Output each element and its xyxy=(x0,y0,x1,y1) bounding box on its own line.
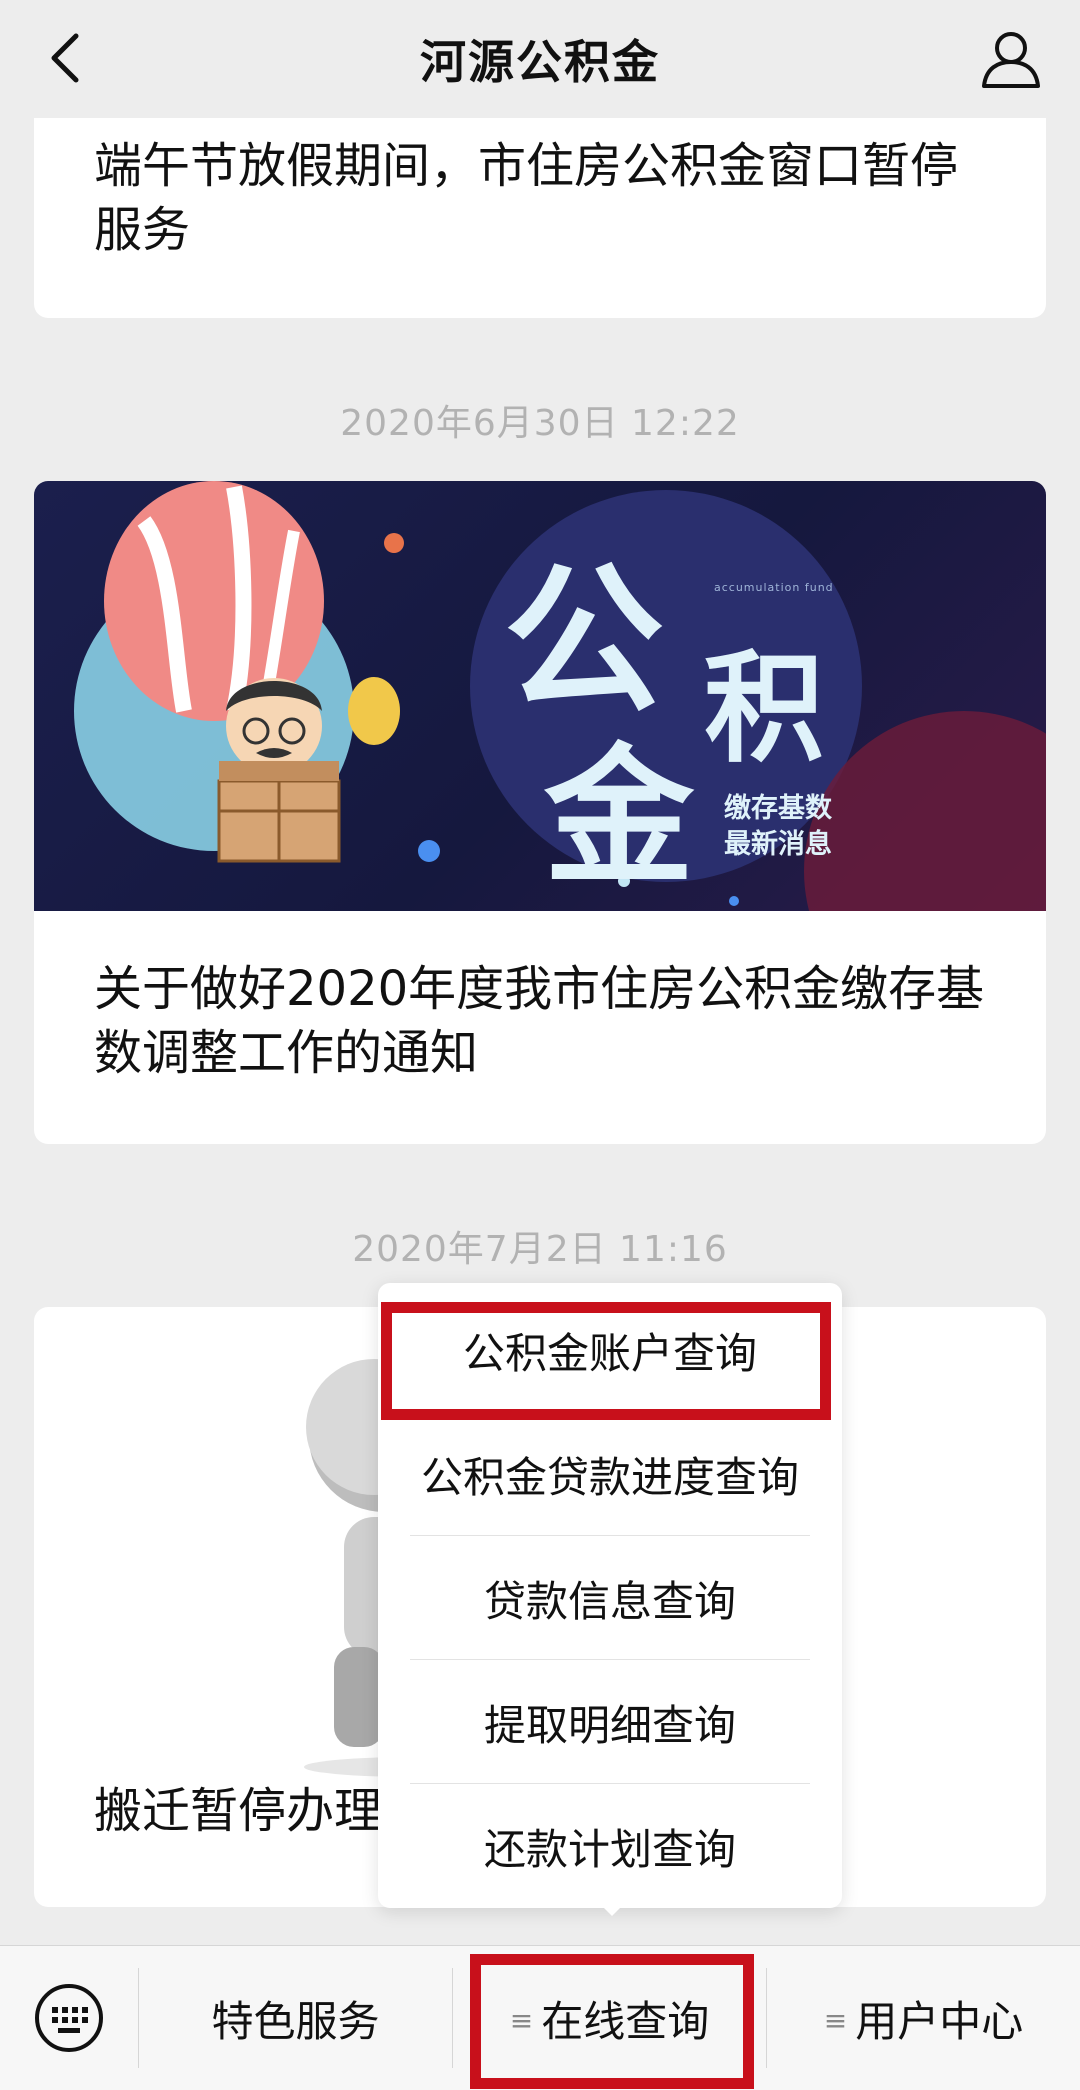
banner-caption: 缴存基数 xyxy=(724,793,832,824)
menu-item-withdrawal-query[interactable]: 提取明细查询 xyxy=(378,1660,842,1784)
menu-item-loan-info-query[interactable]: 贷款信息查询 xyxy=(378,1536,842,1660)
menu-label: 特色服务 xyxy=(211,1996,380,2046)
user-icon[interactable] xyxy=(978,26,1044,92)
menu-label: 用户中心 xyxy=(855,1996,1024,2046)
page-title: 河源公积金 xyxy=(420,35,660,89)
highlight-box-account-query xyxy=(381,1302,831,1420)
article-cover-image[interactable]: 公 积 金 accumulation fund 缴存基数 最新消息 xyxy=(34,481,1046,911)
article-title[interactable]: 端午节放假期间，市住房公积金窗口暂停服务 xyxy=(94,134,986,262)
highlight-box-online-query xyxy=(470,1954,754,2089)
menu-glyph-icon: ≡ xyxy=(823,2003,848,2037)
back-icon[interactable] xyxy=(38,28,98,88)
banner-char: 积 xyxy=(704,640,824,779)
banner-char: 金 xyxy=(544,731,695,905)
menu-item-repayment-plan-query[interactable]: 还款计划查询 xyxy=(378,1784,842,1908)
menu-item-loan-progress-query[interactable]: 公积金贷款进度查询 xyxy=(378,1412,842,1536)
menu-special-services[interactable]: 特色服务 xyxy=(139,1946,452,2090)
message-timestamp: 2020年7月2日 11:16 xyxy=(352,1229,728,1270)
menu-user-center[interactable]: ≡ 用户中心 xyxy=(767,1946,1080,2090)
keyboard-icon xyxy=(35,1984,103,2052)
popup-arrow xyxy=(596,1900,628,1916)
navigation-bar: 河源公积金 xyxy=(0,0,1080,118)
banner-caption: 最新消息 xyxy=(724,829,832,860)
keyboard-toggle-button[interactable] xyxy=(0,1946,138,2090)
message-card[interactable]: 公 积 金 accumulation fund 缴存基数 最新消息 关于做好20… xyxy=(34,481,1046,1144)
banner-caption-en: accumulation fund xyxy=(714,581,834,594)
article-title[interactable]: 关于做好2020年度我市住房公积金缴存基数调整工作的通知 xyxy=(94,957,986,1085)
message-timestamp: 2020年6月30日 12:22 xyxy=(340,403,740,444)
